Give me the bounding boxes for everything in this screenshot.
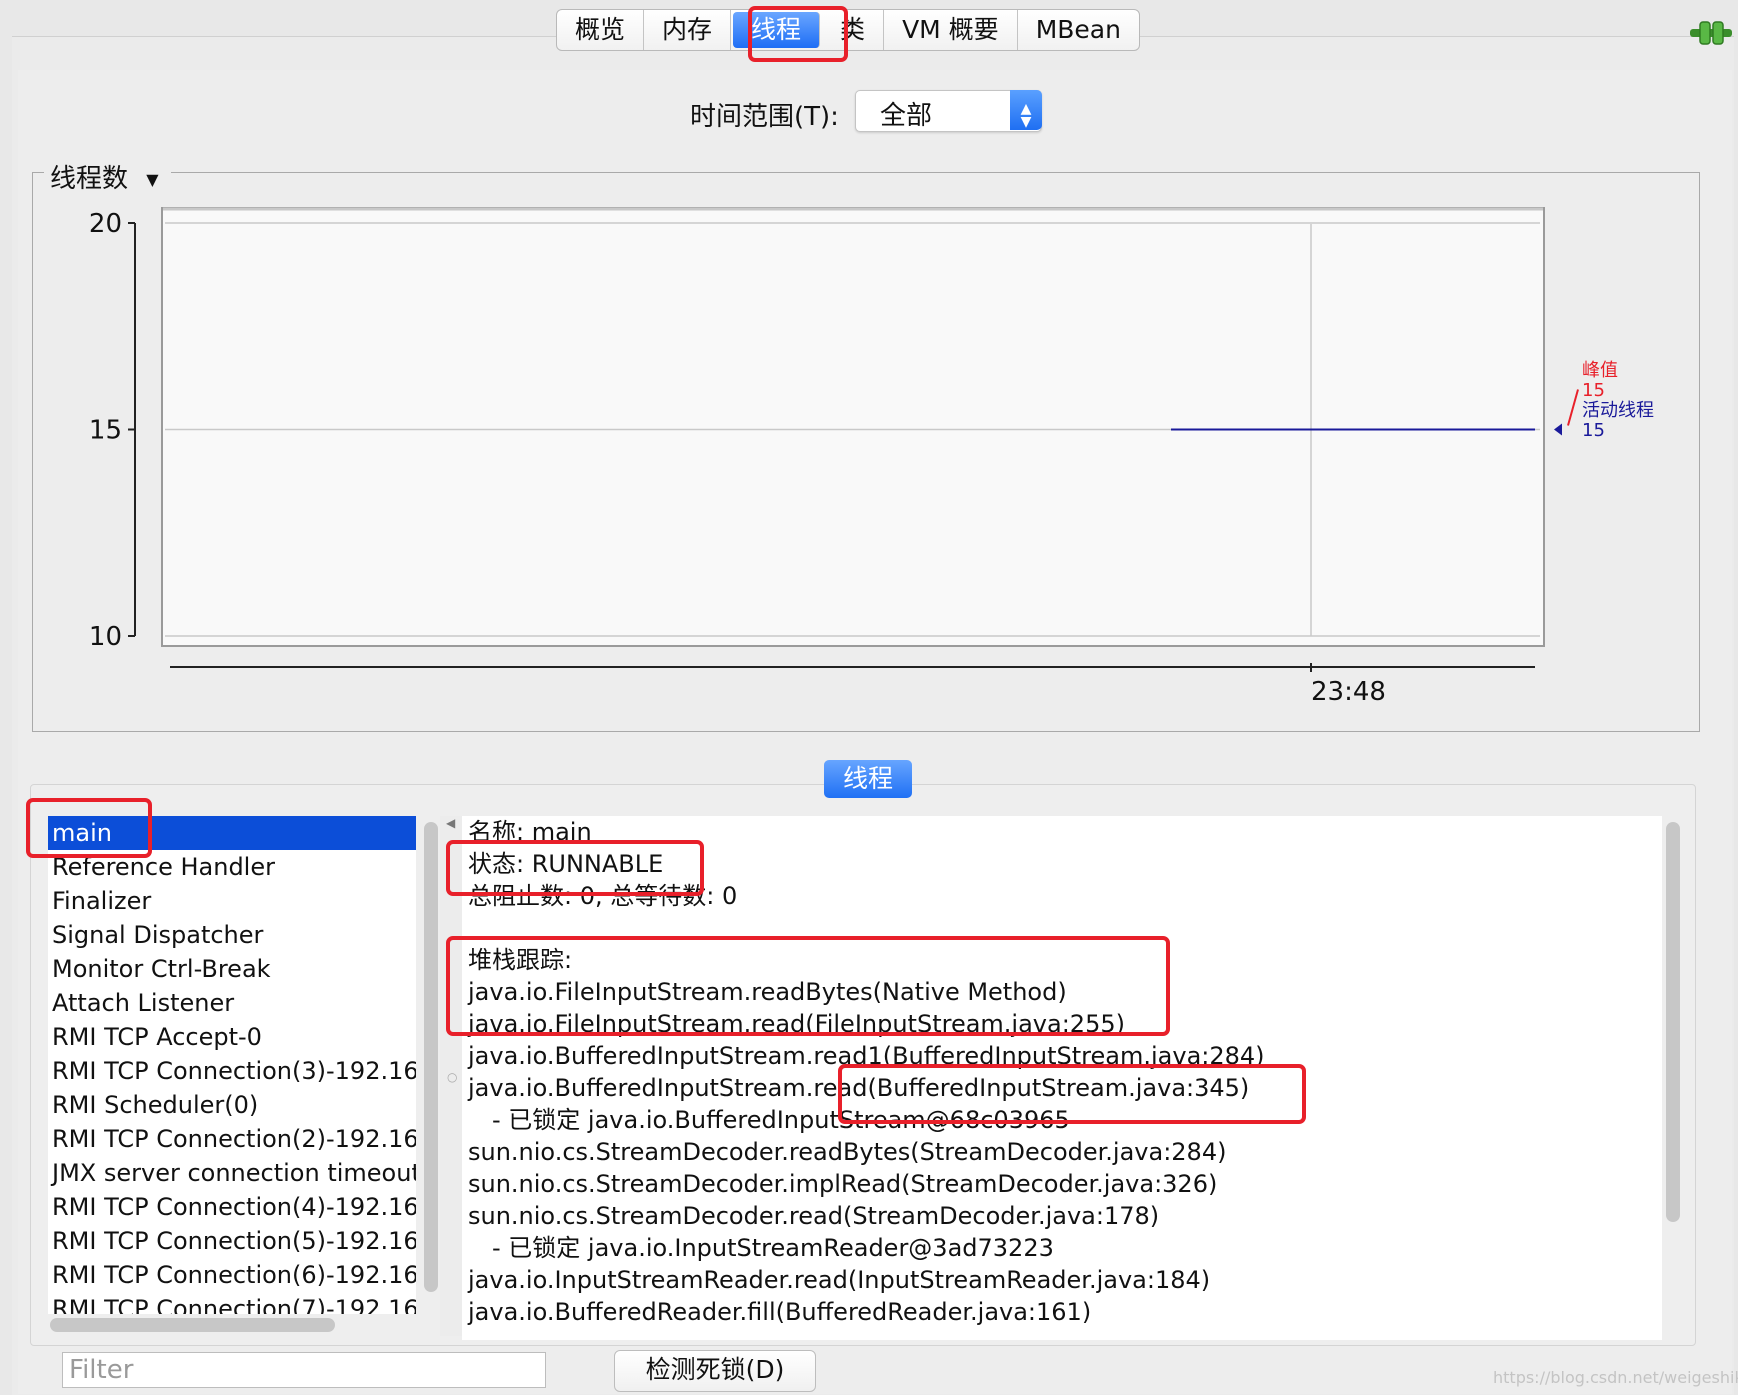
stack-frame: sun.nio.cs.StreamDecoder.readBytes(Strea…	[468, 1138, 1227, 1166]
threads-section-header: 线程	[824, 760, 912, 798]
x-axis: 23:48	[170, 663, 1535, 707]
split-pane-divider[interactable]: ◀ ○	[440, 816, 462, 1336]
stack-trace: java.io.FileInputStream.readBytes(Native…	[462, 976, 1662, 1328]
legend-peak-value: 15	[1582, 380, 1605, 401]
stack-frame: java.io.BufferedReader.fill(BufferedRead…	[468, 1298, 1092, 1326]
thread-list-item[interactable]: Attach Listener	[48, 986, 416, 1020]
thread-list-item[interactable]: Signal Dispatcher	[48, 918, 416, 952]
stack-frame: java.io.FileInputStream.readBytes(Native…	[468, 978, 1067, 1006]
stack-frame: sun.nio.cs.StreamDecoder.implRead(Stream…	[468, 1170, 1218, 1198]
stack-frame: - 已锁定 java.io.BufferedInputStream@68c039…	[492, 1106, 1070, 1134]
divider-grip-icon[interactable]: ○	[447, 1070, 457, 1084]
thread-list-item[interactable]: RMI TCP Connection(4)-192.16	[48, 1190, 416, 1224]
thread-name: 名称: main	[468, 818, 592, 846]
thread-count-chart: 201510 23:48 峰值15活动线程15	[89, 207, 1654, 707]
y-tick-label: 15	[89, 416, 122, 446]
legend-active-value: 15	[1582, 420, 1605, 441]
thread-list-item[interactable]: RMI TCP Connection(2)-192.16	[48, 1122, 416, 1156]
thread-list-horizontal-scrollbar[interactable]	[50, 1318, 335, 1332]
thread-list-item[interactable]: RMI TCP Connection(3)-192.16	[48, 1054, 416, 1088]
thread-list[interactable]: main Reference Handler Finalizer Signal Dis…	[48, 816, 416, 1314]
thread-list-item[interactable]: JMX server connection timeout 1	[48, 1156, 416, 1190]
stack-frame: java.io.FileInputStream.read(FileInputSt…	[468, 1010, 1125, 1038]
legend-pointer-icon	[1554, 423, 1562, 436]
thread-list-vertical-scrollbar[interactable]	[424, 822, 438, 1292]
y-tick-label: 20	[89, 209, 122, 239]
x-tick-label: 23:48	[1311, 677, 1386, 707]
watermark: https://blog.csdn.net/weigeshikebi	[1493, 1368, 1738, 1387]
legend-peak-name: 峰值	[1582, 360, 1618, 381]
y-axis: 20 15 10	[89, 209, 136, 652]
thread-list-item[interactable]: RMI TCP Connection(6)-192.16	[48, 1258, 416, 1292]
chart-legend: 峰值15活动线程15	[1554, 360, 1654, 441]
thread-list-item[interactable]: RMI TCP Connection(5)-192.16	[48, 1224, 416, 1258]
stack-frame: java.io.BufferedInputStream.read(Buffere…	[468, 1074, 1250, 1102]
detect-deadlock-button[interactable]: 检测死锁(D)	[614, 1350, 816, 1392]
thread-list-item[interactable]: Reference Handler	[48, 850, 416, 884]
stack-frame: - 已锁定 java.io.InputStreamReader@3ad73223	[492, 1234, 1054, 1262]
thread-list-item[interactable]: Finalizer	[48, 884, 416, 918]
stack-frame: java.io.BufferedInputStream.read1(Buffer…	[468, 1042, 1265, 1070]
filter-input[interactable]	[62, 1352, 546, 1388]
y-tick-label: 10	[89, 622, 122, 652]
collapse-left-icon[interactable]: ◀	[446, 816, 455, 830]
stack-trace-header: 堆栈跟踪:	[468, 946, 573, 974]
thread-block-wait-counts: 总阻止数: 0, 总等待数: 0	[468, 882, 738, 910]
thread-list-item[interactable]: Monitor Ctrl-Break	[48, 952, 416, 986]
legend-connector	[1567, 389, 1579, 426]
stack-frame: java.io.InputStreamReader.read(InputStre…	[468, 1266, 1211, 1294]
thread-list-item[interactable]: RMI TCP Accept-0	[48, 1020, 416, 1054]
thread-state: 状态: RUNNABLE	[468, 850, 664, 878]
chart-plot-area	[161, 207, 1545, 647]
thread-list-item[interactable]: RMI Scheduler(0)	[48, 1088, 416, 1122]
legend-active-name: 活动线程	[1582, 400, 1654, 421]
thread-list-item[interactable]: main	[48, 816, 416, 850]
thread-details-panel: 名称: main 状态: RUNNABLE 总阻止数: 0, 总等待数: 0 堆…	[462, 816, 1662, 1340]
details-vertical-scrollbar[interactable]	[1666, 822, 1680, 1222]
stack-frame: sun.nio.cs.StreamDecoder.read(StreamDeco…	[468, 1202, 1160, 1230]
thread-list-item[interactable]: RMI TCP Connection(7)-192.16	[48, 1292, 416, 1314]
